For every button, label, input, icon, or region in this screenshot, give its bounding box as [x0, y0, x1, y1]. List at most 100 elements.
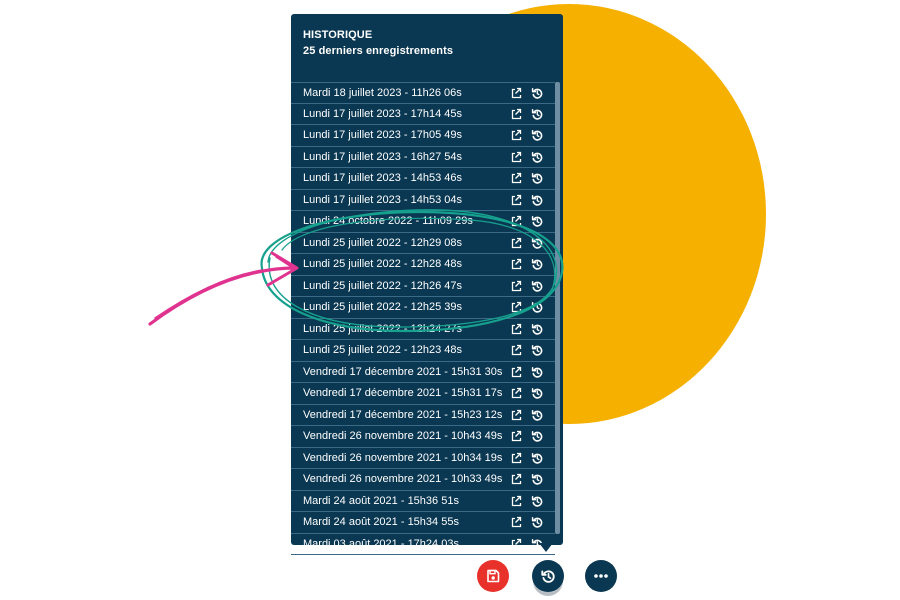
- external-link-icon[interactable]: [510, 151, 522, 163]
- external-link-icon[interactable]: [510, 87, 522, 99]
- history-row[interactable]: Lundi 17 juillet 2023 - 14h53 46s: [291, 168, 555, 190]
- history-row-label: Lundi 25 juillet 2022 - 12h28 48s: [303, 258, 463, 271]
- restore-history-icon[interactable]: [531, 280, 543, 292]
- history-row[interactable]: Vendredi 26 novembre 2021 - 10h33 49s: [291, 469, 555, 491]
- scrollbar-thumb[interactable]: [555, 82, 560, 534]
- history-row-label: Lundi 17 juillet 2023 - 16h27 54s: [303, 150, 463, 163]
- history-row[interactable]: Lundi 17 juillet 2023 - 17h14 45s: [291, 104, 555, 125]
- save-button[interactable]: [477, 560, 509, 592]
- history-row-label: Vendredi 26 novembre 2021 - 10h33 49s: [303, 473, 503, 486]
- history-row[interactable]: Mardi 03 août 2021 - 17h24 03s: [291, 534, 555, 555]
- history-row-label: Vendredi 17 décembre 2021 - 15h31 17s: [303, 387, 503, 400]
- restore-history-icon[interactable]: [531, 215, 543, 227]
- history-row-label: Vendredi 17 décembre 2021 - 15h31 30s: [303, 365, 503, 378]
- restore-history-icon[interactable]: [531, 366, 543, 378]
- history-row-label: Lundi 25 juillet 2022 - 12h25 39s: [303, 301, 463, 314]
- restore-history-icon[interactable]: [531, 387, 543, 399]
- restore-history-icon[interactable]: [531, 172, 543, 184]
- history-row[interactable]: Vendredi 17 décembre 2021 - 15h31 30s: [291, 362, 555, 383]
- restore-history-icon[interactable]: [531, 258, 543, 270]
- panel-pointer: [539, 543, 553, 552]
- external-link-icon[interactable]: [510, 194, 522, 206]
- history-panel-header: HISTORIQUE 25 derniers enregistrements: [303, 27, 453, 59]
- history-row-label: Lundi 17 juillet 2023 - 14h53 04s: [303, 193, 463, 206]
- history-panel: HISTORIQUE 25 derniers enregistrements M…: [291, 14, 563, 555]
- restore-history-icon[interactable]: [531, 301, 543, 313]
- external-link-icon[interactable]: [510, 215, 522, 227]
- external-link-icon[interactable]: [510, 495, 522, 507]
- restore-history-icon[interactable]: [531, 516, 543, 528]
- restore-history-icon[interactable]: [531, 473, 543, 485]
- history-row-label: Lundi 25 juillet 2022 - 12h24 27s: [303, 322, 463, 335]
- external-link-icon[interactable]: [510, 258, 522, 270]
- history-row[interactable]: Lundi 25 juillet 2022 - 12h24 27s: [291, 319, 555, 340]
- history-row[interactable]: Lundi 25 juillet 2022 - 12h23 48s: [291, 340, 555, 362]
- history-row[interactable]: Lundi 24 octobre 2022 - 11h09 29s: [291, 211, 555, 233]
- external-link-icon[interactable]: [510, 129, 522, 141]
- floppy-disk-icon: [487, 569, 500, 583]
- history-row[interactable]: Lundi 17 juillet 2023 - 17h05 49s: [291, 125, 555, 147]
- history-row[interactable]: Lundi 17 juillet 2023 - 16h27 54s: [291, 147, 555, 168]
- history-icon: [540, 569, 555, 583]
- history-row-label: Lundi 24 octobre 2022 - 11h09 29s: [303, 215, 473, 228]
- ellipsis-icon: [594, 574, 608, 578]
- history-row-label: Lundi 25 juillet 2022 - 12h23 48s: [303, 344, 463, 357]
- history-row[interactable]: Mardi 24 août 2021 - 15h34 55s: [291, 512, 555, 534]
- history-row[interactable]: Mardi 24 août 2021 - 15h36 51s: [291, 491, 555, 512]
- external-link-icon[interactable]: [510, 108, 522, 120]
- history-row[interactable]: Vendredi 17 décembre 2021 - 15h31 17s: [291, 383, 555, 405]
- restore-history-icon[interactable]: [531, 344, 543, 356]
- history-row[interactable]: Lundi 17 juillet 2023 - 14h53 04s: [291, 190, 555, 211]
- history-row-label: Lundi 25 juillet 2022 - 12h26 47s: [303, 279, 463, 292]
- restore-history-icon[interactable]: [531, 108, 543, 120]
- external-link-icon[interactable]: [510, 237, 522, 249]
- history-row[interactable]: Lundi 25 juillet 2022 - 12h28 48s: [291, 254, 555, 276]
- history-row-label: Lundi 17 juillet 2023 - 17h14 45s: [303, 107, 463, 120]
- external-link-icon[interactable]: [510, 409, 522, 421]
- restore-history-icon[interactable]: [531, 495, 543, 507]
- restore-history-icon[interactable]: [531, 129, 543, 141]
- external-link-icon[interactable]: [510, 172, 522, 184]
- restore-history-icon[interactable]: [531, 151, 543, 163]
- history-row-label: Lundi 17 juillet 2023 - 14h53 46s: [303, 172, 463, 185]
- external-link-icon[interactable]: [510, 301, 522, 313]
- restore-history-icon[interactable]: [531, 409, 543, 421]
- external-link-icon[interactable]: [510, 280, 522, 292]
- history-row[interactable]: Lundi 25 juillet 2022 - 12h29 08s: [291, 233, 555, 254]
- history-button[interactable]: [532, 560, 564, 592]
- history-row[interactable]: Lundi 25 juillet 2022 - 12h26 47s: [291, 276, 555, 297]
- panel-title: HISTORIQUE: [303, 29, 373, 41]
- scrollbar-track[interactable]: [555, 82, 560, 534]
- history-row-label: Vendredi 26 novembre 2021 - 10h34 19s: [303, 451, 503, 464]
- external-link-icon[interactable]: [510, 344, 522, 356]
- external-link-icon[interactable]: [510, 473, 522, 485]
- restore-history-icon[interactable]: [531, 452, 543, 464]
- external-link-icon[interactable]: [510, 516, 522, 528]
- restore-history-icon[interactable]: [531, 237, 543, 249]
- history-row[interactable]: Vendredi 26 novembre 2021 - 10h43 49s: [291, 426, 555, 448]
- external-link-icon[interactable]: [510, 452, 522, 464]
- panel-subtitle: 25 derniers enregistrements: [303, 45, 454, 57]
- external-link-icon[interactable]: [510, 538, 522, 550]
- history-row-label: Mardi 03 août 2021 - 17h24 03s: [303, 537, 459, 550]
- history-row[interactable]: Mardi 18 juillet 2023 - 11h26 06s: [291, 82, 555, 104]
- external-link-icon[interactable]: [510, 430, 522, 442]
- history-row-label: Lundi 25 juillet 2022 - 12h29 08s: [303, 236, 463, 249]
- restore-history-icon[interactable]: [531, 194, 543, 206]
- history-row[interactable]: Lundi 25 juillet 2022 - 12h25 39s: [291, 297, 555, 319]
- more-button[interactable]: [585, 560, 617, 592]
- history-row[interactable]: Vendredi 17 décembre 2021 - 15h23 12s: [291, 405, 555, 426]
- history-row-label: Lundi 17 juillet 2023 - 17h05 49s: [303, 129, 463, 142]
- external-link-icon[interactable]: [510, 323, 522, 335]
- history-row-label: Mardi 18 juillet 2023 - 11h26 06s: [303, 86, 462, 99]
- external-link-icon[interactable]: [510, 387, 522, 399]
- history-list: Mardi 18 juillet 2023 - 11h26 06s Lundi 1…: [291, 82, 555, 555]
- history-row[interactable]: Vendredi 26 novembre 2021 - 10h34 19s: [291, 448, 555, 469]
- restore-history-icon[interactable]: [531, 323, 543, 335]
- history-row-label: Vendredi 26 novembre 2021 - 10h43 49s: [303, 430, 503, 443]
- restore-history-icon[interactable]: [531, 430, 543, 442]
- external-link-icon[interactable]: [510, 366, 522, 378]
- restore-history-icon[interactable]: [531, 87, 543, 99]
- annotation-arrow: [148, 251, 299, 326]
- history-row-label: Mardi 24 août 2021 - 15h36 51s: [303, 494, 459, 507]
